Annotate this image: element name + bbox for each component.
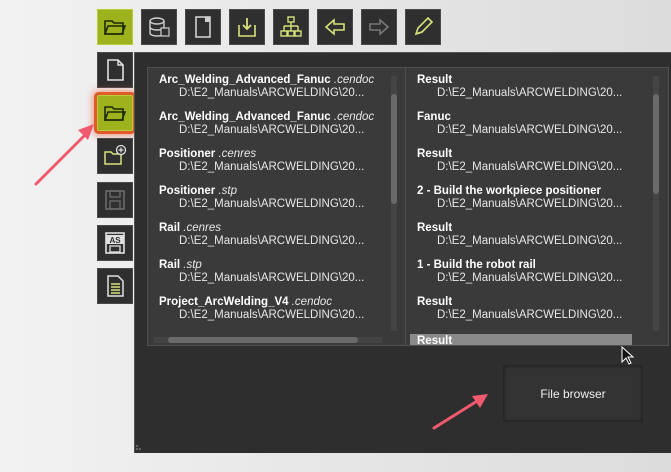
file-extension: .stp — [183, 259, 202, 271]
file-name: Arc_Welding_Advanced_Fanuc — [159, 74, 334, 86]
list-item[interactable]: Result D:\E2_Manuals\ARCWELDING\20... — [417, 222, 647, 248]
file-path: D:\E2_Manuals\ARCWELDING\20... — [179, 198, 365, 210]
file-path: D:\E2_Manuals\ARCWELDING\20... — [179, 309, 365, 321]
arrow-right-icon — [369, 18, 390, 36]
toolbar-hierarchy-button[interactable] — [273, 9, 309, 45]
toolbar-forward-button[interactable] — [361, 9, 397, 45]
file-browser-button[interactable]: File browser — [503, 365, 643, 422]
save-icon — [105, 190, 125, 210]
mouse-cursor-icon — [621, 346, 635, 365]
toolbar-open-button[interactable] — [97, 9, 133, 45]
folder-name: Result — [417, 222, 453, 234]
file-extension: .cenres — [183, 222, 222, 234]
list-item[interactable]: 1 - Build the robot rail D:\E2_Manuals\A… — [417, 259, 647, 285]
list-item[interactable]: Arc_Welding_Advanced_Fanuc .cendoc D:\E2… — [159, 74, 389, 100]
file-path: D:\E2_Manuals\ARCWELDING\20... — [179, 124, 365, 136]
new-file-icon — [107, 59, 124, 81]
database-icon — [149, 17, 170, 37]
sidebar-save-as-button[interactable]: AS — [97, 225, 133, 261]
sidebar-new-button[interactable] — [97, 52, 133, 88]
folder-name: 2 - Build the workpiece positioner — [417, 185, 602, 197]
save-as-icon: AS — [105, 232, 125, 254]
list-item[interactable]: Positioner .cenres D:\E2_Manuals\ARCWELD… — [159, 148, 389, 174]
save-as-label: AS — [109, 236, 121, 245]
folder-path: D:\E2_Manuals\ARCWELDING\20... — [437, 272, 623, 284]
folder-name: Result — [417, 148, 453, 160]
folder-path: D:\E2_Manuals\ARCWELDING\20... — [437, 87, 623, 99]
open-folder-icon — [103, 106, 127, 121]
file-extension: .cenres — [218, 148, 257, 160]
import-icon — [238, 18, 256, 37]
sidebar-open-button[interactable] — [97, 95, 133, 131]
file-extension: .cendoc — [291, 296, 333, 308]
folder-path: D:\E2_Manuals\ARCWELDING\20... — [437, 309, 623, 321]
list-item[interactable]: Rail .cenres D:\E2_Manuals\ARCWELDING\20… — [159, 222, 389, 248]
open-folder-icon — [103, 20, 127, 35]
scrollbar-thumb[interactable] — [391, 94, 397, 204]
file-name: Rail — [159, 222, 184, 234]
file-name: Project_ArcWelding_V4 — [159, 296, 292, 308]
file-path: D:\E2_Manuals\ARCWELDING\20... — [179, 235, 365, 247]
toolbar-database-button[interactable] — [141, 9, 177, 45]
folder-name: Result — [417, 335, 453, 346]
toolbar-back-button[interactable] — [317, 9, 353, 45]
list-item[interactable]: Fanuc D:\E2_Manuals\ARCWELDING\20... — [417, 111, 647, 137]
folder-name: Fanuc — [417, 111, 451, 123]
pencil-icon — [414, 16, 434, 36]
annotation-arrow-icon — [432, 394, 488, 430]
folder-name: Result — [417, 296, 453, 308]
file-list-icon — [107, 275, 124, 297]
scrollbar-thumb[interactable] — [653, 94, 659, 194]
sidebar-file-list-button[interactable] — [97, 268, 133, 304]
file-extension: .cendoc — [333, 74, 375, 86]
file-name: Positioner — [159, 148, 219, 160]
list-item[interactable]: Rail .stp D:\E2_Manuals\ARCWELDING\20... — [159, 259, 389, 285]
annotation-arrow-icon — [34, 124, 94, 186]
file-name: Positioner — [159, 185, 219, 197]
toolbar-import-button[interactable] — [229, 9, 265, 45]
recent-folders-vertical-scrollbar[interactable] — [653, 76, 659, 331]
file-path: D:\E2_Manuals\ARCWELDING\20... — [179, 272, 365, 284]
folder-path: D:\E2_Manuals\ARCWELDING\20... — [437, 124, 623, 136]
sidebar-add-folder-button[interactable] — [97, 138, 133, 174]
toolbar-edit-button[interactable] — [405, 9, 441, 45]
recent-files-list[interactable]: Arc_Welding_Advanced_Fanuc .cendoc D:\E2… — [147, 67, 407, 346]
file-path: D:\E2_Manuals\ARCWELDING\20... — [179, 87, 365, 99]
folder-name: 1 - Build the robot rail — [417, 259, 536, 271]
file-name: Arc_Welding_Advanced_Fanuc — [159, 111, 334, 123]
list-item[interactable]: Result D:\E2_Manuals\ARCWELDING\20... — [417, 74, 647, 100]
folder-name: Result — [417, 74, 453, 86]
file-name: Rail — [159, 259, 184, 271]
list-item[interactable]: 2 - Build the workpiece positioner D:\E2… — [417, 185, 647, 211]
scrollbar-thumb[interactable] — [168, 337, 358, 343]
add-folder-icon — [104, 144, 127, 165]
file-extension: .stp — [218, 185, 237, 197]
folder-path: D:\E2_Manuals\ARCWELDING\20... — [437, 161, 623, 173]
selected-folder-row[interactable]: Result — [410, 334, 632, 346]
file-path: D:\E2_Manuals\ARCWELDING\20... — [179, 161, 365, 173]
recent-folders-list[interactable]: Result D:\E2_Manuals\ARCWELDING\20... Fa… — [405, 67, 669, 346]
recent-files-vertical-scrollbar[interactable] — [391, 76, 397, 331]
list-item[interactable]: Arc_Welding_Advanced_Fanuc .cendoc D:\E2… — [159, 111, 389, 137]
list-item[interactable]: Project_ArcWelding_V4 .cendoc D:\E2_Manu… — [159, 296, 389, 322]
file-extension: .cendoc — [333, 111, 375, 123]
list-item[interactable]: Result D:\E2_Manuals\ARCWELDING\20... — [417, 148, 647, 174]
list-item[interactable]: Result D:\E2_Manuals\ARCWELDING\20... — [417, 296, 647, 322]
recent-files-horizontal-scrollbar[interactable] — [154, 337, 382, 343]
list-item[interactable]: Positioner .stp D:\E2_Manuals\ARCWELDING… — [159, 185, 389, 211]
hierarchy-icon — [280, 16, 302, 37]
sidebar-save-button[interactable] — [97, 182, 133, 218]
arrow-left-icon — [324, 18, 345, 36]
toolbar-document-button[interactable] — [185, 9, 221, 45]
folder-path: D:\E2_Manuals\ARCWELDING\20... — [437, 235, 623, 247]
folder-path: D:\E2_Manuals\ARCWELDING\20... — [437, 198, 623, 210]
document-icon — [195, 16, 211, 38]
resize-grip-icon[interactable] — [135, 443, 143, 451]
